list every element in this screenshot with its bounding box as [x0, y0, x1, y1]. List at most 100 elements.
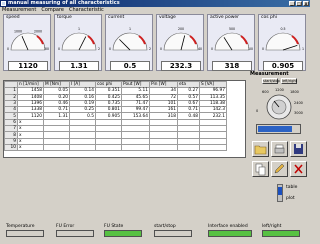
gauge-tick-label: 3000: [44, 47, 49, 51]
menu-bar: Measurement Compare Characteristic: [0, 7, 310, 14]
meter-label: active power: [210, 15, 240, 20]
meter-speed: speed 0 1000 2000 3000 1120: [3, 14, 51, 71]
maximize-button[interactable]: □: [296, 1, 302, 6]
gauge-tick-label: 0.5: [280, 27, 285, 31]
row-number: 10: [4, 143, 18, 152]
save-button[interactable]: [290, 141, 307, 157]
status-indicator: start/stop: [154, 224, 192, 237]
gauge-dial: 0 1000 2000 3000: [7, 30, 49, 51]
meter-current: current 0 1 2 0.5: [105, 14, 153, 71]
gauge-tick-label: 0: [58, 47, 60, 51]
measurement-title: Measurement: [250, 71, 289, 77]
delete-button[interactable]: [290, 161, 307, 177]
status-label: FU Error: [56, 224, 75, 229]
table-cell[interactable]: x: [17, 143, 44, 152]
meter-label: current: [108, 15, 125, 20]
measurement-table-panel: n [1/min] M [Nm] I [A] cos phi Pout [W] Pin […: [3, 80, 246, 158]
table-row[interactable]: 5 1120 1.31 0.5 0.905 153.64 318 0.48 232.1: [4, 112, 227, 120]
knob-tick-label: 1800: [290, 90, 299, 94]
status-lamp: [262, 230, 300, 237]
meter-active-power: active power 0 500 1000 318: [207, 14, 255, 71]
knob-tick-label: 3000: [294, 111, 303, 115]
floppy-disk-icon: [294, 144, 303, 154]
status-label: start/stop: [154, 224, 176, 229]
gauge-tick-label: 500: [229, 27, 235, 31]
table-plot-toggle[interactable]: [277, 184, 283, 202]
app-icon: [1, 1, 6, 6]
copy-button[interactable]: [252, 161, 269, 177]
table-row[interactable]: 3 1396 0.46 0.19 0.735 71.47 101 0.67 118.38: [4, 99, 227, 108]
table-row[interactable]: 1 1458 0.05 0.14 0.351 5.11 34 0.27 96.97: [4, 87, 227, 95]
gauge-dial: 0 200 400: [160, 27, 202, 51]
knob-tick-label: 0: [256, 109, 258, 113]
status-label: left/right: [262, 224, 282, 229]
meter-torque: torque 0 1 2 1.31: [54, 14, 102, 71]
meter-cos-phi: cos phi 0 0.5 1 0.905: [258, 14, 306, 71]
left-right-button[interactable]: left/right: [281, 78, 297, 84]
status-lamp: [56, 230, 94, 237]
table-body: 1 1458 0.05 0.14 0.351 5.11 34 0.27 96.97 2 1408 0.…: [4, 87, 227, 152]
gauge-tick-label: 200: [178, 27, 184, 31]
menu-measurement[interactable]: Measurement: [2, 7, 36, 14]
gauge-dial: 00.51: [262, 27, 304, 51]
meter-value: 0.5: [110, 61, 150, 71]
status-bar: Temperature FU Error FU State start/stop Int…: [0, 224, 310, 244]
gauge-dial: 0 1 2: [109, 27, 151, 51]
gauge-dial: 0 1 2: [58, 27, 100, 51]
menu-characteristic[interactable]: Characteristic: [69, 7, 104, 14]
gauge-tick-label: 0: [160, 47, 162, 51]
start-stop-button[interactable]: start/stop: [262, 78, 280, 84]
table-cell[interactable]: [95, 143, 122, 152]
copy-pages-icon: [255, 163, 266, 176]
gauge-tick-label: 0: [262, 47, 264, 51]
measurement-table: n [1/min] M [Nm] I [A] cos phi Pout [W] Pin […: [4, 81, 227, 152]
knob-tick-label: 2400: [294, 101, 303, 105]
close-button[interactable]: x: [303, 1, 309, 6]
meter-value: 1.31: [59, 61, 99, 71]
folder-icon: [254, 145, 267, 155]
status-lamp: [6, 230, 44, 237]
gauge-tick-label: 1000: [14, 30, 22, 34]
table-cell[interactable]: [43, 143, 70, 152]
gauge-tick-label: 1: [78, 27, 80, 31]
gauge-tick-label: 1: [129, 27, 131, 31]
table-cell[interactable]: [149, 143, 178, 152]
speed-setpoint-knob[interactable]: 600 1200 1800 0 2400 3000: [250, 86, 308, 122]
menu-compare[interactable]: Compare: [41, 7, 64, 14]
close-icon: [294, 164, 303, 174]
table-row[interactable]: 10 x: [4, 143, 227, 152]
meter-label: voltage: [159, 15, 176, 20]
status-indicator: left/right: [262, 224, 300, 237]
gauge-tick-label: 2: [149, 47, 151, 51]
status-indicator: Interface enabled: [208, 224, 252, 237]
table-cell[interactable]: [69, 143, 96, 152]
table-cell[interactable]: [177, 143, 200, 152]
meter-label: torque: [57, 15, 72, 20]
table-row[interactable]: 4 1338 0.71 0.25 0.801 99.47 161 0.71 142.3: [4, 106, 227, 114]
gauge-tick-label: 2000: [34, 30, 42, 34]
print-button[interactable]: [271, 141, 288, 157]
meter-label: cos phi: [261, 15, 277, 20]
pencil-icon: [274, 163, 285, 174]
open-folder-button[interactable]: [252, 141, 269, 157]
title-bar: manual measuring of all characteristics …: [0, 0, 310, 7]
gauge-tick-label: 0: [7, 47, 9, 51]
status-indicator: FU State: [104, 224, 142, 237]
setpoint-slider-fill: [258, 126, 293, 132]
table-row[interactable]: 2 1408 0.20 0.16 0.425 45.65 72 0.57 113.35: [4, 93, 227, 101]
status-lamp: [208, 230, 252, 237]
table-option-label: table: [286, 185, 298, 190]
table-cell[interactable]: [121, 143, 150, 152]
status-indicator: FU Error: [56, 224, 94, 237]
minimize-button[interactable]: _: [289, 1, 295, 6]
table-cell[interactable]: [199, 143, 227, 152]
measurement-panel: Measurement start/stop left/right 600 12…: [250, 71, 308, 206]
edit-button[interactable]: [271, 161, 288, 177]
meter-value: 1120: [8, 61, 48, 71]
setpoint-slider[interactable]: [256, 124, 301, 134]
meter-label: speed: [6, 15, 20, 20]
gauge-tick-label: 2: [98, 47, 100, 51]
status-label: Interface enabled: [208, 224, 248, 229]
printer-icon: [274, 144, 285, 154]
status-lamp: [104, 230, 142, 237]
